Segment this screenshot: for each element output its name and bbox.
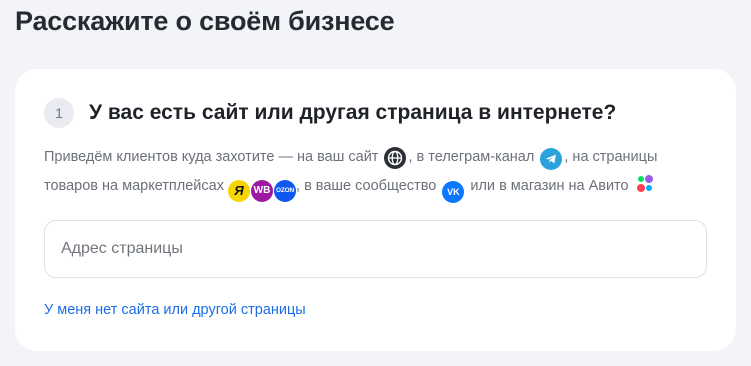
- wildberries-icon: WB: [251, 179, 274, 202]
- vk-icon: VK: [442, 180, 465, 203]
- globe-icon: [384, 147, 407, 169]
- step-number-badge: 1: [44, 98, 74, 128]
- question-description: Приведём клиентов куда захотите — на ваш…: [44, 143, 714, 203]
- question-card: 1 У вас есть сайт или другая страница в …: [15, 69, 736, 351]
- page-title: Расскажите о своём бизнесе: [15, 6, 395, 36]
- telegram-icon: [540, 148, 563, 170]
- page-address-input[interactable]: [45, 221, 706, 277]
- page-address-field[interactable]: [44, 220, 707, 278]
- ozon-icon: OZON: [274, 179, 297, 202]
- description-text-part5: или в магазин на Авито: [470, 177, 629, 194]
- marketplace-icons: Я WB OZON: [228, 179, 297, 202]
- description-text-part1: Приведём клиентов куда захотите — на ваш…: [44, 149, 379, 165]
- description-text-part2: , в телеграм-канал: [408, 149, 535, 165]
- question-title: У вас есть сайт или другая страница в ин…: [89, 101, 617, 124]
- question-header: 1 У вас есть сайт или другая страница в …: [44, 98, 616, 128]
- no-site-link[interactable]: У меня нет сайта или другой страницы: [44, 302, 306, 318]
- yandex-market-icon: Я: [228, 179, 251, 202]
- description-text-part4: , в ваше сообщество: [296, 177, 437, 194]
- avito-icon: [635, 173, 655, 195]
